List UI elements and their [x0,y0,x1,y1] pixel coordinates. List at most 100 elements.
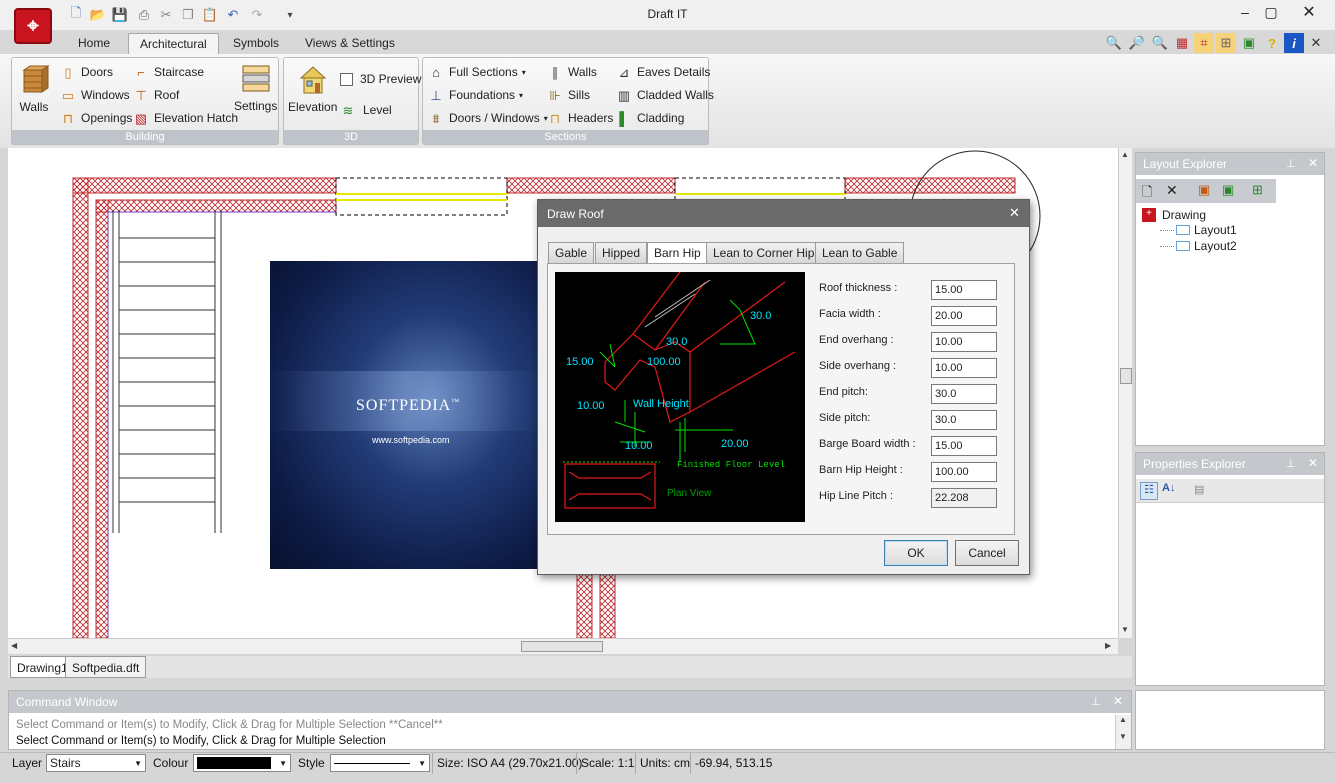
end-overhang-input[interactable]: 10.00 [931,332,997,352]
side-pitch-input[interactable]: 30.0 [931,410,997,430]
minimize-button[interactable]: – [1232,2,1258,22]
wall-section-icon: ∥ [551,64,559,80]
facia-width-input[interactable]: 20.00 [931,306,997,326]
staircase-icon: ⌐ [137,64,145,80]
level-button[interactable]: ≋ Level [340,102,392,118]
tab-home[interactable]: Home [67,33,121,54]
cancel-button[interactable]: Cancel [955,540,1019,566]
panel-close-icon[interactable]: ✕ [1113,694,1123,708]
ok-button[interactable]: OK [884,540,948,566]
horizontal-scroll-thumb[interactable] [521,641,603,652]
walls-label: Walls [19,100,49,114]
elevation-button[interactable]: Elevation [288,64,337,114]
scroll-up-icon[interactable]: ▲ [1116,715,1131,724]
staircase-button[interactable]: ⌐ Staircase [133,64,204,80]
tab-barn-hip[interactable]: Barn Hip [647,242,708,264]
barn-hip-diagram: 30.0 30.0 15.00 100.00 10.00 10.00 20.00… [555,272,805,522]
help-icon[interactable]: ? [1262,33,1282,53]
snap-icon[interactable]: ⌗ [1194,33,1214,53]
walls-button[interactable]: Walls [18,64,50,114]
tree-root-drawing[interactable]: + Drawing [1142,208,1206,222]
panel-close-icon[interactable]: ✕ [1308,156,1318,170]
dialog-close-icon[interactable]: ✕ [1009,205,1020,221]
alphabetical-sort-icon[interactable]: A↓ [1162,482,1175,494]
headers-label: Headers [568,111,614,125]
eaves-details-button[interactable]: ⊿ Eaves Details [616,64,711,80]
maximize-button[interactable]: ▢ [1258,2,1284,22]
dropdown-arrow-icon: ▾ [521,67,526,77]
foundation-icon: ⊥ [430,87,442,103]
categorized-icon[interactable]: ☷ [1140,482,1158,500]
end-pitch-input[interactable]: 30.0 [931,384,997,404]
command-scrollbar[interactable]: ▲ ▼ [1115,715,1131,749]
new-layout-icon[interactable]: 🗋 [1142,183,1152,205]
rename-layout-icon[interactable]: ▣ [1198,182,1210,198]
vertical-scroll-thumb[interactable] [1120,368,1132,384]
scroll-down-icon[interactable]: ▼ [1121,625,1129,634]
settings-button[interactable]: Settings [234,63,277,113]
ortho-icon[interactable]: ⊞ [1216,33,1236,53]
zoom-out-icon[interactable]: 🔎 [1127,33,1147,53]
roof-button[interactable]: ⊤ Roof [133,87,179,103]
application-menu-button[interactable]: ⌖ [14,8,52,44]
canvas-vertical-scrollbar[interactable]: ▲ ▼ [1118,148,1132,638]
barge-board-width-input[interactable]: 15.00 [931,436,997,456]
cladded-walls-button[interactable]: ▥ Cladded Walls [616,87,714,103]
command-prompt-line[interactable]: Select Command or Item(s) to Modify, Cli… [16,735,386,747]
roof-thickness-input[interactable]: 15.00 [931,280,997,300]
pin-icon[interactable]: ⊥ [1091,695,1101,708]
colour-select[interactable]: ▼ [193,754,291,772]
delete-layout-icon[interactable]: ✕ [1166,182,1178,199]
tree-item-layout1[interactable]: Layout1 [1160,223,1237,237]
full-sections-dropdown[interactable]: ⌂ Full Sections ▾ [428,64,526,80]
pin-icon[interactable]: ⊥ [1286,457,1296,470]
tab-gable[interactable]: Gable [548,242,595,263]
cladding-button[interactable]: ▌ Cladding [616,110,684,126]
zoom-in-icon[interactable]: 🔍 [1150,33,1170,53]
headers-button[interactable]: ⊓ Headers [547,110,613,126]
add-viewport-icon[interactable]: ⊞ [1252,182,1263,198]
scroll-right-icon[interactable]: ▶ [1105,641,1111,650]
scroll-up-icon[interactable]: ▲ [1121,150,1129,159]
export-icon[interactable]: ▣ [1239,33,1259,53]
openings-button[interactable]: ⊓ Openings [60,110,132,126]
scroll-left-icon[interactable]: ◀ [11,641,17,650]
doors-windows-dropdown[interactable]: ⩩ Doors / Windows ▾ [428,110,548,126]
tab-architectural[interactable]: Architectural [128,33,219,54]
doors-button[interactable]: ▯ Doors [60,64,113,80]
barn-hip-height-input[interactable]: 100.00 [931,462,997,482]
info-icon[interactable]: i [1284,33,1304,53]
tab-lean-to-corner-hip[interactable]: Lean to Corner Hip [706,242,822,263]
dropdown-arrow-icon: ▾ [519,90,524,100]
grid-icon[interactable]: ▦ [1172,33,1192,53]
ribbon-close-icon[interactable]: ✕ [1306,33,1326,53]
tab-views-settings[interactable]: Views & Settings [294,33,406,54]
pin-icon[interactable]: ⊥ [1286,157,1296,170]
tab-hipped[interactable]: Hipped [595,242,648,263]
staircase-label: Staircase [154,65,205,79]
property-pages-icon[interactable]: ▤ [1194,483,1204,496]
layer-select[interactable]: Stairs ▼ [46,754,146,772]
elevation-hatch-button[interactable]: ▧ Elevation Hatch [133,110,238,126]
windows-button[interactable]: ▭ Windows [60,87,130,103]
tab-symbols[interactable]: Symbols [222,33,290,54]
doc-tab-softpedia[interactable]: Softpedia.dft [65,656,147,678]
scroll-down-icon[interactable]: ▼ [1116,732,1131,741]
sills-label: Sills [568,88,591,102]
tree-item-layout2[interactable]: Layout2 [1160,239,1237,253]
copy-layout-icon[interactable]: ▣ [1222,182,1234,198]
cladding-icon: ▌ [619,110,629,126]
panel-close-icon[interactable]: ✕ [1308,456,1318,470]
sills-button[interactable]: ⊪ Sills [547,87,590,103]
dim-label-end-overhang: 10.00 [577,400,605,412]
close-button[interactable]: ✕ [1296,2,1322,22]
section-walls-button[interactable]: ∥ Walls [547,64,597,80]
drawing-scale: Scale: 1:1 [576,753,638,774]
style-select[interactable]: ▼ [330,754,430,772]
side-overhang-input[interactable]: 10.00 [931,358,997,378]
tab-lean-to-gable[interactable]: Lean to Gable [815,242,905,263]
3d-preview-checkbox[interactable]: 3D Preview [340,72,421,86]
foundations-dropdown[interactable]: ⊥ Foundations ▾ [428,87,523,103]
canvas-horizontal-scrollbar[interactable]: ◀ ▶ [8,638,1118,654]
zoom-extents-icon[interactable]: 🔍 [1104,33,1124,53]
